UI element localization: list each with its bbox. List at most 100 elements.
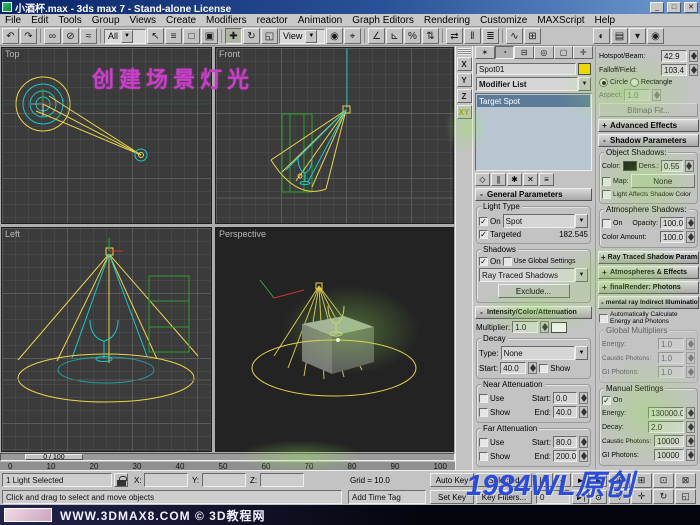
global-gi-spinner[interactable] [686,366,695,379]
menu-maxscript[interactable]: MAXScript [532,14,589,27]
show-end-result-button[interactable]: ∥ [491,173,506,186]
zoom-extents-button[interactable]: ⊡ [653,473,674,488]
menu-file[interactable]: File [0,14,26,27]
menu-reactor[interactable]: reactor [252,14,293,27]
object-name-field[interactable]: Spot01 [476,63,576,75]
rollout-intensity[interactable]: - Intensity/Color/Attenuation [475,306,592,319]
select-manipulate-button[interactable]: ⌖ [344,28,361,44]
tab-utilities[interactable]: ✛ [573,46,594,59]
near-start-spinner[interactable] [579,392,588,404]
light-type-dropdown[interactable]: Spot ▼ [502,214,588,228]
viewport-left-label[interactable]: Left [5,229,20,239]
axis-z-button[interactable]: Z [456,89,472,103]
unlink-button[interactable]: ⊘ [62,28,79,44]
hotspot-spinner[interactable] [689,50,698,62]
spinner-snap-button[interactable]: ⇅ [422,28,439,44]
atmosphere-on-checkbox[interactable] [602,218,611,228]
menu-tools[interactable]: Tools [53,14,86,27]
shadow-color-swatch[interactable] [622,161,637,171]
layer-manager-button[interactable]: ≣ [482,28,499,44]
shadow-map-button[interactable]: None [630,174,695,188]
far-end-spinner[interactable] [579,450,588,462]
falloff-spinner[interactable] [689,64,698,76]
toolbar-drag-handle[interactable] [457,48,471,55]
manual-gi-field[interactable]: 10000 [654,449,684,462]
redo-button[interactable]: ↷ [20,28,37,44]
select-by-name-button[interactable]: ≡ [165,28,182,44]
angle-snap-button[interactable]: ⊾ [386,28,403,44]
global-gi-field[interactable]: 1.0 [658,366,684,379]
region-select-button[interactable]: □ [183,28,200,44]
manual-on-checkbox[interactable]: ✓ [602,396,611,406]
decay-show-checkbox[interactable] [539,363,549,373]
aspect-spinner[interactable] [652,89,662,101]
far-start-spinner[interactable] [579,436,588,448]
bitmap-fit-button[interactable]: Bitmap Fit... [599,103,698,117]
tab-modify[interactable]: ◔ [494,46,515,59]
mirror-button[interactable]: ⇄ [446,28,463,44]
track-bar-ruler[interactable]: 0 10 20 30 40 50 60 70 80 90 100 [0,461,455,471]
near-show-checkbox[interactable] [479,407,488,417]
opacity-spinner[interactable] [686,217,695,229]
menu-views[interactable]: Views [125,14,162,27]
use-pivot-center-button[interactable]: ◉ [326,28,343,44]
light-color-swatch[interactable] [578,63,591,75]
zoom-extents-all-button[interactable]: ⊠ [675,473,696,488]
stack-item-selected[interactable]: Target Spot [477,95,590,107]
shadow-type-dropdown[interactable]: Ray Traced Shadows ▼ [479,268,588,282]
window-crossing-button[interactable]: ▣ [201,28,218,44]
close-button[interactable]: ✕ [684,1,698,13]
near-end-spinner[interactable] [579,406,588,418]
density-field[interactable]: 0.55 [660,160,683,172]
density-spinner[interactable] [684,160,694,172]
undo-button[interactable]: ↶ [2,28,19,44]
light-affects-checkbox[interactable] [602,190,611,199]
make-unique-button[interactable]: ✱ [507,173,522,186]
near-use-checkbox[interactable] [479,393,488,403]
far-start-field[interactable]: 80.0 [553,436,577,448]
menu-customize[interactable]: Customize [475,14,532,27]
percent-snap-button[interactable]: % [404,28,421,44]
pin-stack-button[interactable]: ◇ [475,173,490,186]
axis-y-button[interactable]: Y [456,73,472,87]
rollout-finalrender-photons[interactable]: + finalRender: Photons [598,281,699,294]
selection-lock-toggle[interactable] [114,473,128,487]
select-object-button[interactable]: ↖ [147,28,164,44]
snap-toggle-button[interactable]: ∠ [368,28,385,44]
rollout-raytraced-shadow-params[interactable]: + Ray Traced Shadow Params [598,251,699,264]
color-amount-field[interactable]: 100.0 [660,231,684,243]
min-max-toggle-button[interactable]: ◱ [675,489,696,504]
shadow-map-checkbox[interactable] [602,176,611,186]
time-slider-track[interactable]: 0 / 100 [0,453,455,461]
exclude-button[interactable]: Exclude... [497,284,570,298]
multiplier-spinner[interactable] [540,321,550,333]
render-scene-button[interactable]: ▤ [611,28,628,44]
tab-hierarchy[interactable]: ⊟ [514,46,535,59]
render-type-button[interactable]: ▾ [629,28,646,44]
near-end-field[interactable]: 40.0 [553,406,577,418]
manual-decay-spinner[interactable] [686,421,695,434]
menu-group[interactable]: Group [87,14,125,27]
far-end-field[interactable]: 200.0 [553,450,577,462]
menu-create[interactable]: Create [161,14,201,27]
rollout-atmospheres-effects[interactable]: + Atmospheres & Effects [598,266,699,279]
zoom-all-button[interactable]: ⊞ [631,473,652,488]
tab-motion[interactable]: ◎ [534,46,554,59]
viewport-left[interactable]: Left [1,227,212,452]
targeted-checkbox[interactable]: ✓ [479,230,488,239]
select-and-rotate-button[interactable]: ↻ [243,28,260,44]
rollout-general-parameters[interactable]: - General Parameters [475,188,592,201]
rectangle-radio[interactable] [629,78,639,87]
tab-display[interactable]: ▢ [553,46,574,59]
viewport-perspective-label[interactable]: Perspective [219,229,266,239]
viewport-top-label[interactable]: Top [5,49,20,59]
y-coordinate-field[interactable] [202,473,246,487]
viewport-front-label[interactable]: Front [219,49,240,59]
falloff-field[interactable]: 103.4 [661,64,687,76]
decay-start-spinner[interactable] [528,362,538,374]
aspect-field[interactable]: 1.0 [624,89,651,101]
time-slider-knob[interactable]: 0 / 100 [25,454,83,461]
circle-radio[interactable] [599,78,608,87]
rollout-advanced-effects[interactable]: + Advanced Effects [598,119,699,132]
x-coordinate-field[interactable] [144,473,188,487]
